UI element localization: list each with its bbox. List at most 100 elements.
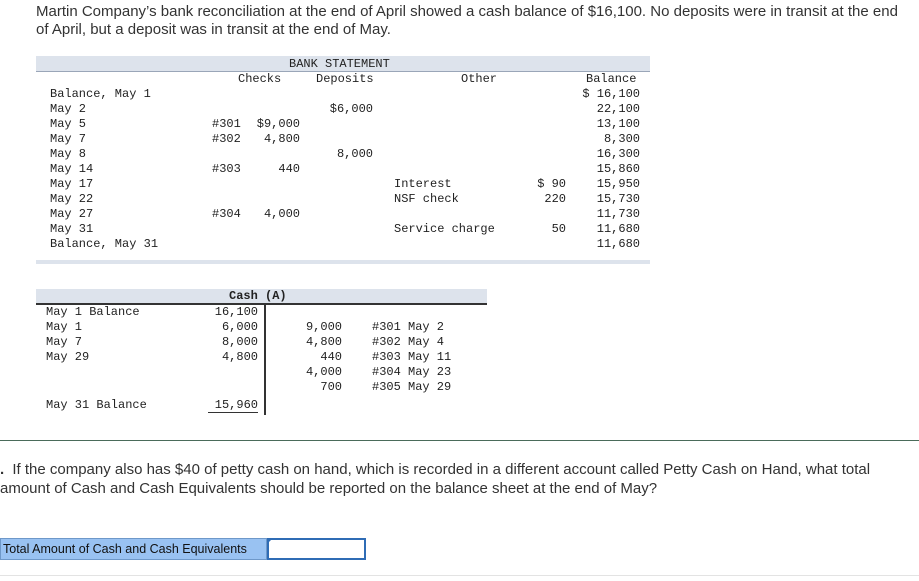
row-other-description [394,162,495,177]
credit-reference: #304 May 23 [372,365,452,379]
row-other-description: Service charge [394,222,495,236]
row-other-amount [524,207,566,222]
row-check-number [212,102,241,117]
answer-input[interactable] [267,538,366,560]
row-date: May 8 [50,147,87,161]
credit-reference: #303 May 11 [372,350,452,364]
debit-label: May 7 [46,335,83,349]
row-check-amount [250,222,300,237]
row-other-amount [524,162,566,177]
row-balance: 15,950 [596,177,640,191]
debit-label: May 1 [46,320,83,334]
credit-amount: 4,800 [305,335,342,349]
row-check-amount [250,192,300,207]
row-check-amount [250,87,300,102]
row-other-description [394,132,495,147]
row-check-amount: $9,000 [256,117,300,131]
question-block: . If the company also has $40 of petty c… [0,460,915,498]
row-other-amount [524,237,566,252]
row-balance: 16,300 [596,147,640,161]
row-deposit [316,177,373,192]
row-balance: 22,100 [596,102,640,116]
row-date: May 17 [50,177,94,191]
ending-balance-amount: 15,960 [208,398,258,413]
row-balance: $ 16,100 [582,87,640,101]
row-date: May 14 [50,162,94,176]
balance-column: $ 16,100 22,100 13,100 8,300 16,300 15,860 15,… [576,87,640,252]
row-check-amount: 4,000 [263,207,300,221]
row-balance: 11,730 [596,207,640,221]
debit-label: May 29 [46,350,90,364]
row-balance: 11,680 [596,222,640,236]
ending-balance-label: May 31 Balance [46,398,147,412]
row-other-description [394,237,495,252]
row-check-number: #302 [212,132,241,146]
debit-labels-column: May 1 Balance May 1 May 7 May 29 [46,305,140,365]
credit-reference: #305 May 29 [372,380,452,394]
section-divider [0,440,919,441]
row-check-number [212,237,241,252]
row-balance: 13,100 [596,117,640,131]
date-column: Balance, May 1 May 2 May 5 May 7 May 8 May 14… [50,87,158,252]
row-check-number [212,222,241,237]
bank-statement-footer-bar [36,260,650,264]
check-amount-column: $9,000 4,800 440 4,000 [250,87,300,252]
row-other-amount [524,147,566,162]
row-check-amount [250,147,300,162]
input-corner-marker [267,538,273,544]
row-other-amount: 50 [551,222,566,236]
debit-amount: 4,800 [221,350,258,364]
row-other-amount: $ 90 [537,177,566,191]
balance-header: Balance [586,72,637,86]
row-date: May 22 [50,192,94,206]
row-other-amount [524,117,566,132]
other-description-column: Interest NSF check Service charge [394,87,495,252]
credit-reference: #301 May 2 [372,320,445,334]
row-check-amount: 4,800 [263,132,300,146]
row-balance: 8,300 [603,132,640,146]
row-other-description [394,147,495,162]
row-other-description [394,207,495,222]
bank-statement-table: BANK STATEMENT Checks Deposits Other Bal… [36,56,650,264]
debit-amount: 8,000 [221,335,258,349]
credit-amount: 700 [320,380,342,394]
debit-amount: 16,100 [214,305,258,319]
row-other-amount [524,132,566,147]
problem-intro: Martin Company’s bank reconciliation at … [36,3,898,38]
bank-statement-title: BANK STATEMENT [289,57,390,71]
credit-amount: 440 [320,350,342,364]
row-other-amount [524,87,566,102]
row-date: May 27 [50,207,94,221]
cash-t-account: Cash (A) May 1 Balance May 1 May 7 May 29 1… [36,289,487,417]
row-date: Balance, May 31 [50,237,159,251]
answer-label: Total Amount of Cash and Cash Equivalent… [0,538,267,560]
question-number: . [0,461,5,478]
row-deposit [316,132,373,147]
credit-amount: 4,000 [305,365,342,379]
row-check-number: #304 [212,207,241,221]
row-balance: 15,730 [596,192,640,206]
row-check-amount [250,177,300,192]
row-check-amount [250,102,300,117]
row-check-number [212,87,241,102]
row-deposit [316,192,373,207]
row-date: May 5 [50,117,87,131]
credit-amount: 9,000 [305,320,342,334]
row-deposit [316,237,373,252]
other-amount-column: $ 90 220 50 [524,87,566,252]
row-balance: 15,860 [596,162,640,176]
row-date: May 2 [50,102,87,116]
question-text: If the company also has $40 of petty cas… [0,461,871,497]
row-deposit [316,207,373,222]
row-deposit: $6,000 [329,102,373,116]
deposits-header: Deposits [316,72,374,86]
t-account-title: Cash (A) [229,289,287,303]
debit-amount: 6,000 [221,320,258,334]
row-check-amount: 440 [278,162,300,176]
row-other-description [394,117,495,132]
t-account-vertical-rule [264,304,266,415]
debit-amounts-column: 16,100 6,000 8,000 4,800 [204,305,258,365]
credit-reference: #302 May 4 [372,335,445,349]
other-header: Other [461,72,498,86]
row-balance: 11,680 [596,237,640,251]
